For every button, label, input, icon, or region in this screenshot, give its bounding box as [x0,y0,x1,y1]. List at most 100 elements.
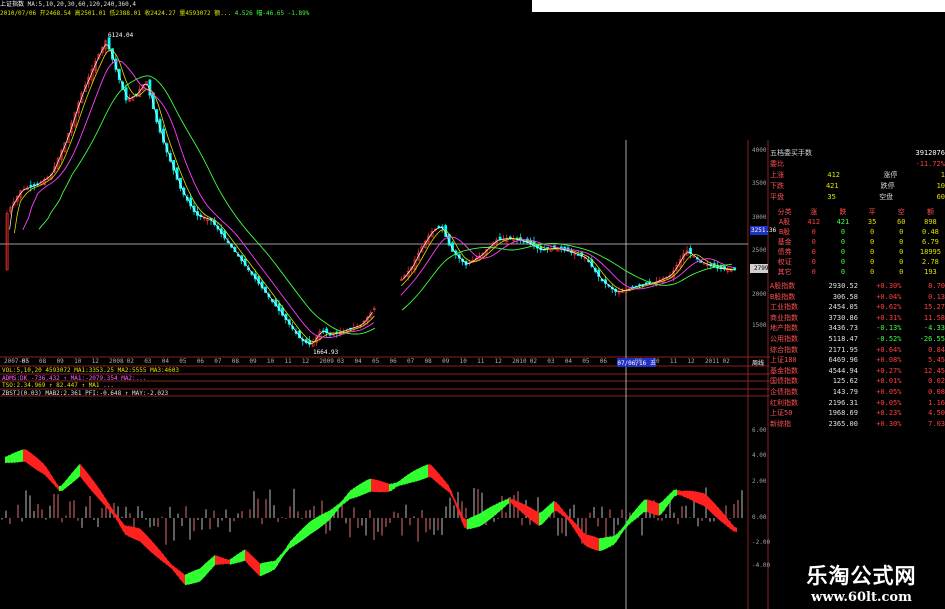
ribbon-segment [242,549,245,562]
index-row[interactable]: 新综指 2365.00 +0.30% 7.03 [770,419,945,430]
ribbon-segment [431,464,434,481]
ribbon-segment [701,492,704,506]
index-row[interactable]: B股指数 306.58 +0.04% 0.13 [770,292,945,303]
ribbon-segment [86,471,89,488]
date-tick-label: 07 [214,358,222,365]
ribbon-segment [200,565,203,582]
ribbon-segment [722,512,725,525]
index-row[interactable]: 红利指数 2196.31 +0.05% 1.16 [770,398,945,409]
ribbon-segment [302,526,305,541]
price-tick-label: 3500 [752,180,767,187]
ma-line-2 [14,49,735,343]
date-tick-label: 04 [354,358,362,365]
ribbon-segment [590,535,593,550]
ribbon-segment [107,500,110,512]
ribbon-segment [101,491,104,506]
ribbon-segment [248,551,251,568]
category-row[interactable]: 基金 0 0 0 0 6.79 [770,237,945,247]
price-tick-label: 4000 [752,147,767,154]
index-row[interactable]: A股指数 2930.52 +0.30% 8.70 [770,281,945,292]
ribbon-segment [245,549,248,564]
ribbon-segment [536,510,539,526]
ribbon-segment [593,536,596,551]
ribbon-segment [692,490,695,502]
index-row[interactable]: 上证50 1968.69 +0.23% 4.50 [770,408,945,419]
ribbon-segment [122,521,125,535]
category-row[interactable]: 其它 0 0 0 0 193 [770,267,945,277]
ribbon-segment [401,477,404,486]
ribbon-segment [221,557,224,565]
ribbon-segment [584,532,587,547]
ribbon-segment [563,510,566,519]
ribbon-segment [683,490,686,498]
ribbon-segment [11,453,14,464]
category-row[interactable]: 权证 0 0 0 0 2.78 [770,257,945,267]
ribbon-segment [467,518,470,530]
ribbon-segment [707,495,710,512]
index-row[interactable]: 商业指数 3730.86 +0.31% 11.58 [770,313,945,324]
ribbon-segment [497,501,500,514]
price-tick-label: 2500 [752,247,767,254]
indicator-tick-label: 4.00 [752,452,767,459]
index-row[interactable]: 地产指数 3436.73 -0.13% -4.33 [770,323,945,334]
date-tick-label: 02 [529,358,537,365]
index-row[interactable]: 国债指数 125.62 +0.01% 0.02 [770,376,945,387]
ribbon-segment [119,517,122,529]
date-tick-label: 08 [39,358,47,365]
ribbon-segment [380,481,383,493]
ribbon-segment [386,483,389,493]
date-tick-label: 05 [179,358,187,365]
ribbon-segment [314,517,317,532]
ribbon-segment [203,562,206,579]
indicator-row-tso: TSO:2.34.969 ↑ 82.447 ↑ MA1 ... [2,382,114,389]
ribbon-segment [92,478,95,495]
date-tick-label: 08 [424,358,432,365]
ribbon-segment [131,526,134,539]
index-row[interactable]: 工业指数 2454.05 +0.62% 15.27 [770,302,945,313]
ribbon-segment [215,555,218,566]
ribbon-segment [128,525,131,538]
candle-body [498,236,502,240]
date-tick-label: 11 [669,358,678,365]
ribbon-segment [152,541,155,556]
ribbon-segment [539,511,542,526]
date-tick-label: 10 [74,358,82,365]
index-row[interactable]: 上证180 6469.96 +0.08% 5.45 [770,355,945,366]
ribbon-segment [254,557,257,574]
ribbon-segment [35,456,38,471]
breadth-row: 上涨 412 涨停 1 [770,171,945,179]
ribbon-segment [98,487,101,502]
ribbon-segment [449,486,452,498]
category-row[interactable]: A股 412 421 35 60 898 [770,217,945,227]
category-row[interactable]: B股 0 0 0 0 0.48 [770,227,945,237]
index-row[interactable]: 综合指数 2171.95 +0.64% 0.84 [770,345,945,356]
watermark-title: 乐淘公式网 [806,564,917,588]
ribbon-segment [185,573,188,586]
ribbon-segment [719,508,722,523]
ribbon-segment [425,464,428,479]
category-row[interactable]: 债券 0 0 0 0 18995 [770,247,945,257]
ribbon-segment [353,486,356,499]
date-tick-label: 07 [407,358,415,365]
ribbon-segment [329,508,332,521]
ribbon-segment [392,482,395,490]
price-tick-label: 1500 [752,322,767,329]
date-tick-label: 03 [336,358,345,365]
ribbon-segment [710,498,713,515]
index-row[interactable]: 企债指数 143.79 +0.05% 0.08 [770,387,945,398]
ribbon-segment [557,502,560,515]
ribbon-segment [173,565,176,574]
last-price-tag: 2799 [754,265,769,272]
ribbon-segment [38,458,41,473]
index-row[interactable]: 公用指数 5118.47 -0.52% -26.55 [770,334,945,345]
ribbon-segment [698,491,701,505]
ribbon-segment [293,535,296,547]
date-tick-label: 03 [144,358,152,365]
index-row[interactable]: 基金指数 4544.94 +0.27% 12.45 [770,366,945,377]
period-label[interactable]: 周线 [752,358,764,367]
ribbon-segment [728,519,731,530]
order-title: 五档委买手数 [770,149,812,157]
ribbon-segment [713,501,716,518]
ribbon-segment [446,482,449,493]
ribbon-segment [626,518,629,529]
